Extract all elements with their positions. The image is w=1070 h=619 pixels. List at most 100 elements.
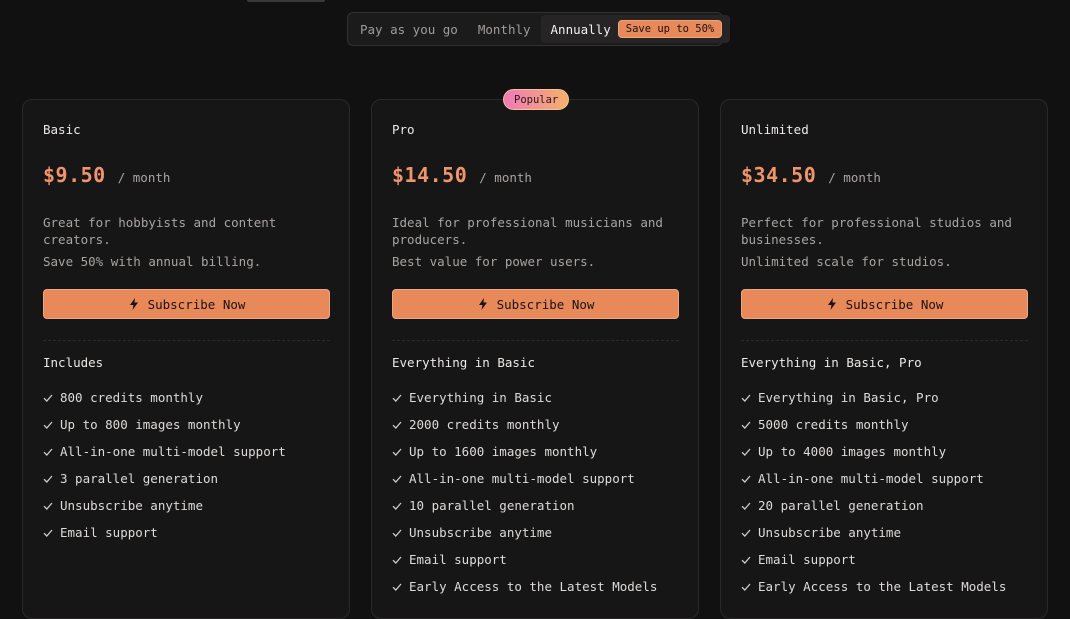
price-row: $9.50 / month [43,163,170,187]
feature-label: Unsubscribe anytime [758,525,901,540]
feature-label: 10 parallel generation [409,498,575,513]
feature-item: 3 parallel generation [43,465,286,492]
feature-label: Email support [758,552,856,567]
plan-card-unlimited: Unlimited $34.50 / month Perfect for pro… [720,99,1048,619]
feature-item: Unsubscribe anytime [392,519,657,546]
bolt-icon [129,298,138,310]
subscribe-button[interactable]: Subscribe Now [43,289,330,319]
includes-title: Includes [43,355,104,370]
feature-label: Unsubscribe anytime [409,525,552,540]
feature-label: 800 credits monthly [60,390,203,405]
feature-item: Unsubscribe anytime [43,492,286,519]
feature-label: Up to 4000 images monthly [758,444,947,459]
bolt-icon [827,298,836,310]
check-icon [392,394,402,402]
check-icon [741,394,751,402]
plan-price: $14.50 [392,163,468,187]
save-badge: Save up to 50% [617,20,723,38]
check-icon [741,502,751,510]
plan-subdescription: Save 50% with annual billing. [43,254,262,269]
feature-label: Email support [60,525,158,540]
feature-list: Everything in Basic 2000 credits monthly U… [392,384,657,600]
billing-option-monthly[interactable]: Monthly [468,15,541,43]
plan-subdescription: Unlimited scale for studios. [741,254,952,269]
billing-option-label: Pay as you go [360,21,458,37]
subscribe-label: Subscribe Now [147,296,246,312]
billing-period-toggle: Pay as you go Monthly Annually Save up t… [347,12,731,46]
billing-option-pay-as-you-go[interactable]: Pay as you go [350,15,468,43]
feature-label: Up to 1600 images monthly [409,444,598,459]
bolt-icon [478,298,487,310]
check-icon [741,556,751,564]
feature-item: Everything in Basic [392,384,657,411]
plan-name: Basic [43,122,81,137]
plan-description: Great for hobbyists and content creators… [43,215,277,247]
subscribe-button[interactable]: Subscribe Now [741,289,1028,319]
plan-description: Perfect for professional studios and bus… [741,215,1012,247]
feature-item: Early Access to the Latest Models [741,573,1006,600]
feature-label: Early Access to the Latest Models [409,579,658,594]
feature-item: All-in-one multi-model support [392,465,657,492]
divider [43,340,330,341]
feature-item: 800 credits monthly [43,384,286,411]
check-icon [43,475,53,483]
check-icon [741,583,751,591]
feature-item: 20 parallel generation [741,492,1006,519]
feature-list: 800 credits monthly Up to 800 images mont… [43,384,286,546]
feature-label: All-in-one multi-model support [758,471,984,486]
subscribe-label: Subscribe Now [496,296,595,312]
plan-price: $9.50 [43,163,106,187]
check-icon [392,529,402,537]
feature-list: Everything in Basic, Pro 5000 credits mon… [741,384,1006,600]
feature-item: Email support [43,519,286,546]
feature-label: Email support [409,552,507,567]
feature-label: Early Access to the Latest Models [758,579,1007,594]
top-nav-fragment [247,0,325,2]
plan-card-pro: Popular Pro $14.50 / month Ideal for prof… [371,89,699,619]
feature-item: Up to 1600 images monthly [392,438,657,465]
check-icon [741,448,751,456]
feature-item: Unsubscribe anytime [741,519,1006,546]
feature-label: All-in-one multi-model support [409,471,635,486]
includes-title: Everything in Basic, Pro [741,355,922,370]
plan-subdescription: Best value for power users. [392,254,596,269]
price-row: $34.50 / month [741,163,881,187]
feature-label: 2000 credits monthly [409,417,560,432]
feature-label: Up to 800 images monthly [60,417,241,432]
check-icon [392,448,402,456]
price-row: $14.50 / month [392,163,532,187]
feature-item: 10 parallel generation [392,492,657,519]
feature-item: 2000 credits monthly [392,411,657,438]
check-icon [392,421,402,429]
popular-badge: Popular [503,89,570,110]
feature-item: All-in-one multi-model support [43,438,286,465]
check-icon [392,475,402,483]
plan-price: $34.50 [741,163,817,187]
check-icon [392,583,402,591]
check-icon [43,529,53,537]
check-icon [43,448,53,456]
check-icon [392,556,402,564]
feature-label: 5000 credits monthly [758,417,909,432]
billing-option-annually[interactable]: Annually Save up to 50% [540,15,731,43]
check-icon [43,421,53,429]
check-icon [43,394,53,402]
feature-item: Email support [392,546,657,573]
billing-option-label: Annually [550,21,611,37]
divider [741,340,1028,341]
subscribe-button[interactable]: Subscribe Now [392,289,679,319]
check-icon [741,421,751,429]
feature-item: 5000 credits monthly [741,411,1006,438]
check-icon [43,502,53,510]
includes-title: Everything in Basic [392,355,535,370]
plan-name: Pro [392,122,415,137]
feature-label: Everything in Basic, Pro [758,390,939,405]
feature-label: 20 parallel generation [758,498,924,513]
feature-label: All-in-one multi-model support [60,444,286,459]
feature-label: 3 parallel generation [60,471,219,486]
plan-description: Ideal for professional musicians and pro… [392,215,663,247]
feature-item: Up to 800 images monthly [43,411,286,438]
price-period: / month [479,170,532,185]
billing-option-label: Monthly [477,21,531,37]
price-period: / month [828,170,881,185]
